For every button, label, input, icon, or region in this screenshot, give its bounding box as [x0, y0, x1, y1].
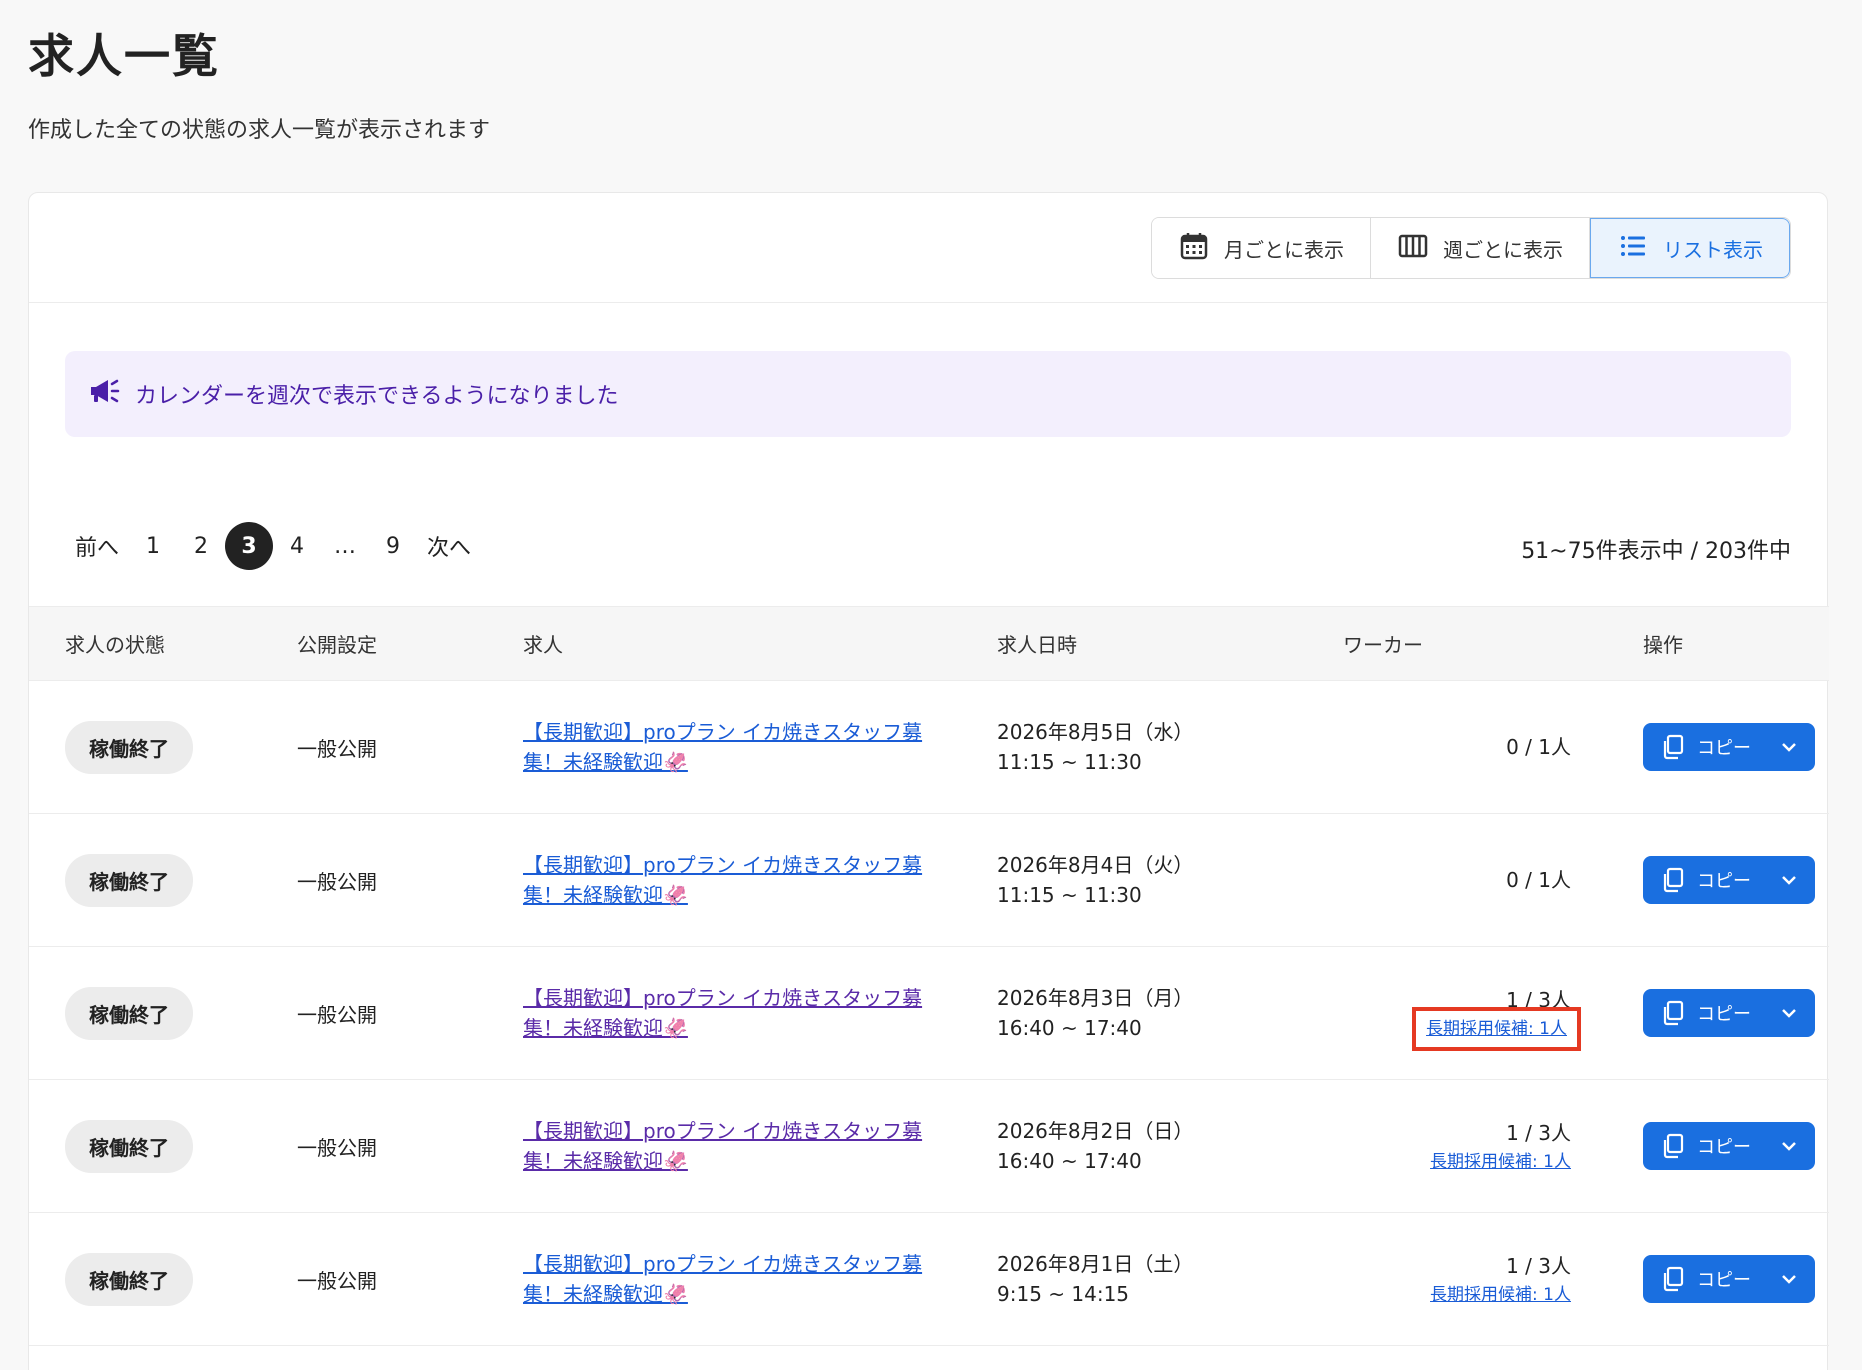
header-worker: ワーカー	[1337, 606, 1571, 681]
chevron-down-icon[interactable]	[1781, 1141, 1797, 1151]
job-time: 11:15 ~ 11:30	[997, 750, 1142, 774]
long-term-candidate-link[interactable]: 長期採用候補: 1人	[1412, 1007, 1581, 1051]
page-link-3-current[interactable]: 3	[225, 522, 274, 570]
worker-count: 0 / 1人	[1506, 868, 1571, 892]
copy-icon	[1661, 867, 1685, 893]
table-row: 稼働終了 一般公開 【長期歓迎】proプラン イカ焼きスタッフ募集！未経験歓迎🦑…	[29, 1212, 1829, 1346]
worker-count: 1 / 3人	[1506, 1254, 1571, 1278]
copy-icon	[1661, 734, 1685, 760]
weekly-view-label: 週ごとに表示	[1443, 237, 1563, 262]
copy-button[interactable]: コピー	[1643, 989, 1815, 1037]
table-row: 稼働終了 一般公開 【長期歓迎】proプラン イカ焼きスタッフ募集！未経験歓迎🦑…	[29, 813, 1829, 947]
worker-count: 1 / 3人	[1506, 988, 1571, 1012]
table-header-row: 求人の状態 公開設定 求人 求人日時 ワーカー 操作	[29, 606, 1829, 681]
copy-label: コピー	[1697, 738, 1751, 759]
worker-count: 1 / 3人	[1506, 1121, 1571, 1145]
publish-setting: 一般公開	[297, 1212, 523, 1346]
job-title-link[interactable]: 【長期歓迎】proプラン イカ焼きスタッフ募集！未経験歓迎🦑	[523, 983, 943, 1043]
page-link-4[interactable]: 4	[273, 522, 321, 570]
megaphone-icon	[87, 374, 121, 414]
chevron-down-icon[interactable]	[1781, 1274, 1797, 1284]
job-time: 16:40 ~ 17:40	[997, 1149, 1142, 1173]
header-job: 求人	[523, 606, 997, 681]
copy-button[interactable]: コピー	[1643, 1122, 1815, 1170]
result-count: 51~75件表示中 / 203件中	[1521, 539, 1791, 564]
list-view-button[interactable]: リスト表示	[1590, 218, 1790, 278]
chevron-down-icon[interactable]	[1781, 1008, 1797, 1018]
weekly-view-button[interactable]: 週ごとに表示	[1371, 218, 1590, 278]
job-date: 2026年8月5日（水）	[997, 720, 1194, 744]
status-badge: 稼働終了	[65, 853, 193, 907]
page-link-1[interactable]: 1	[129, 522, 177, 570]
notice-banner: カレンダーを週次で表示できるようになりました	[65, 351, 1791, 437]
long-term-candidate-link[interactable]: 長期採用候補: 1人	[1430, 1283, 1571, 1307]
view-toggle-group: 月ごとに表示 週ごとに表示 リスト表示	[1151, 217, 1791, 279]
job-date: 2026年8月2日（日）	[997, 1119, 1194, 1143]
job-date: 2026年8月4日（火）	[997, 853, 1194, 877]
status-badge: 稼働終了	[65, 720, 193, 774]
copy-icon	[1661, 1133, 1685, 1159]
job-title-link[interactable]: 【長期歓迎】proプラン イカ焼きスタッフ募集！未経験歓迎🦑	[523, 1249, 943, 1309]
job-time: 9:15 ~ 14:15	[997, 1282, 1130, 1306]
job-date: 2026年8月3日（月）	[997, 986, 1194, 1010]
copy-icon	[1661, 1266, 1685, 1292]
header-status: 求人の状態	[29, 606, 297, 681]
job-list-card: 月ごとに表示 週ごとに表示 リスト表示 カレンダーを週次で表示できるようになりま…	[28, 192, 1829, 1370]
status-badge: 稼働終了	[65, 986, 193, 1040]
status-badge: 稼働終了	[65, 1119, 193, 1173]
monthly-view-button[interactable]: 月ごとに表示	[1152, 218, 1371, 278]
next-page-link[interactable]: 次へ	[417, 522, 481, 570]
table-row: 稼働終了 一般公開 【長期歓迎】proプラン イカ焼きスタッフ募集！未経験歓迎🦑…	[29, 1079, 1829, 1213]
copy-button[interactable]: コピー	[1643, 856, 1815, 904]
publish-setting: 一般公開	[297, 680, 523, 814]
copy-button[interactable]: コピー	[1643, 1255, 1815, 1303]
copy-label: コピー	[1697, 1137, 1751, 1158]
view-toolbar: 月ごとに表示 週ごとに表示 リスト表示	[29, 193, 1827, 303]
job-date: 2026年8月1日（土）	[997, 1252, 1194, 1276]
notice-text: カレンダーを週次で表示できるようになりました	[135, 384, 619, 409]
pagination: 前へ 1 2 3 4 … 9 次へ	[65, 521, 481, 571]
worker-count: 0 / 1人	[1506, 735, 1571, 759]
copy-label: コピー	[1697, 1004, 1751, 1025]
header-publish: 公開設定	[297, 606, 523, 681]
page-title: 求人一覧	[28, 29, 220, 83]
job-title-link[interactable]: 【長期歓迎】proプラン イカ焼きスタッフ募集！未経験歓迎🦑	[523, 1116, 943, 1176]
calendar-icon	[1178, 230, 1210, 267]
copy-label: コピー	[1697, 871, 1751, 892]
status-badge: 稼働終了	[65, 1252, 193, 1306]
publish-setting: 一般公開	[297, 813, 523, 947]
copy-button[interactable]: コピー	[1643, 723, 1815, 771]
page-ellipsis: …	[334, 533, 357, 559]
publish-setting: 一般公開	[297, 1079, 523, 1213]
job-list-page: 求人一覧 作成した全ての状態の求人一覧が表示されます 月ごとに表示 週ごとに表示	[0, 0, 1862, 1370]
page-link-2[interactable]: 2	[177, 522, 225, 570]
page-subtitle: 作成した全ての状態の求人一覧が表示されます	[28, 118, 491, 143]
page-link-9[interactable]: 9	[369, 522, 417, 570]
job-time: 11:15 ~ 11:30	[997, 883, 1142, 907]
header-ops: 操作	[1571, 606, 1829, 681]
job-title-link[interactable]: 【長期歓迎】proプラン イカ焼きスタッフ募集！未経験歓迎🦑	[523, 717, 943, 777]
header-datetime: 求人日時	[997, 606, 1337, 681]
monthly-view-label: 月ごとに表示	[1224, 237, 1344, 262]
chevron-down-icon[interactable]	[1781, 875, 1797, 885]
long-term-candidate-link[interactable]: 長期採用候補: 1人	[1430, 1150, 1571, 1174]
job-time: 16:40 ~ 17:40	[997, 1016, 1142, 1040]
job-title-link[interactable]: 【長期歓迎】proプラン イカ焼きスタッフ募集！未経験歓迎🦑	[523, 850, 943, 910]
list-icon	[1617, 230, 1649, 267]
prev-page-link[interactable]: 前へ	[65, 522, 129, 570]
copy-icon	[1661, 1000, 1685, 1026]
jobs-table: 求人の状態 公開設定 求人 求人日時 ワーカー 操作 稼働終了 一般公開 【長期…	[29, 606, 1829, 1346]
table-row: 稼働終了 一般公開 【長期歓迎】proプラン イカ焼きスタッフ募集！未経験歓迎🦑…	[29, 680, 1829, 814]
chevron-down-icon[interactable]	[1781, 742, 1797, 752]
list-view-label: リスト表示	[1663, 237, 1763, 262]
week-columns-icon	[1397, 230, 1429, 267]
table-row: 稼働終了 一般公開 【長期歓迎】proプラン イカ焼きスタッフ募集！未経験歓迎🦑…	[29, 946, 1829, 1080]
publish-setting: 一般公開	[297, 946, 523, 1080]
copy-label: コピー	[1697, 1270, 1751, 1291]
